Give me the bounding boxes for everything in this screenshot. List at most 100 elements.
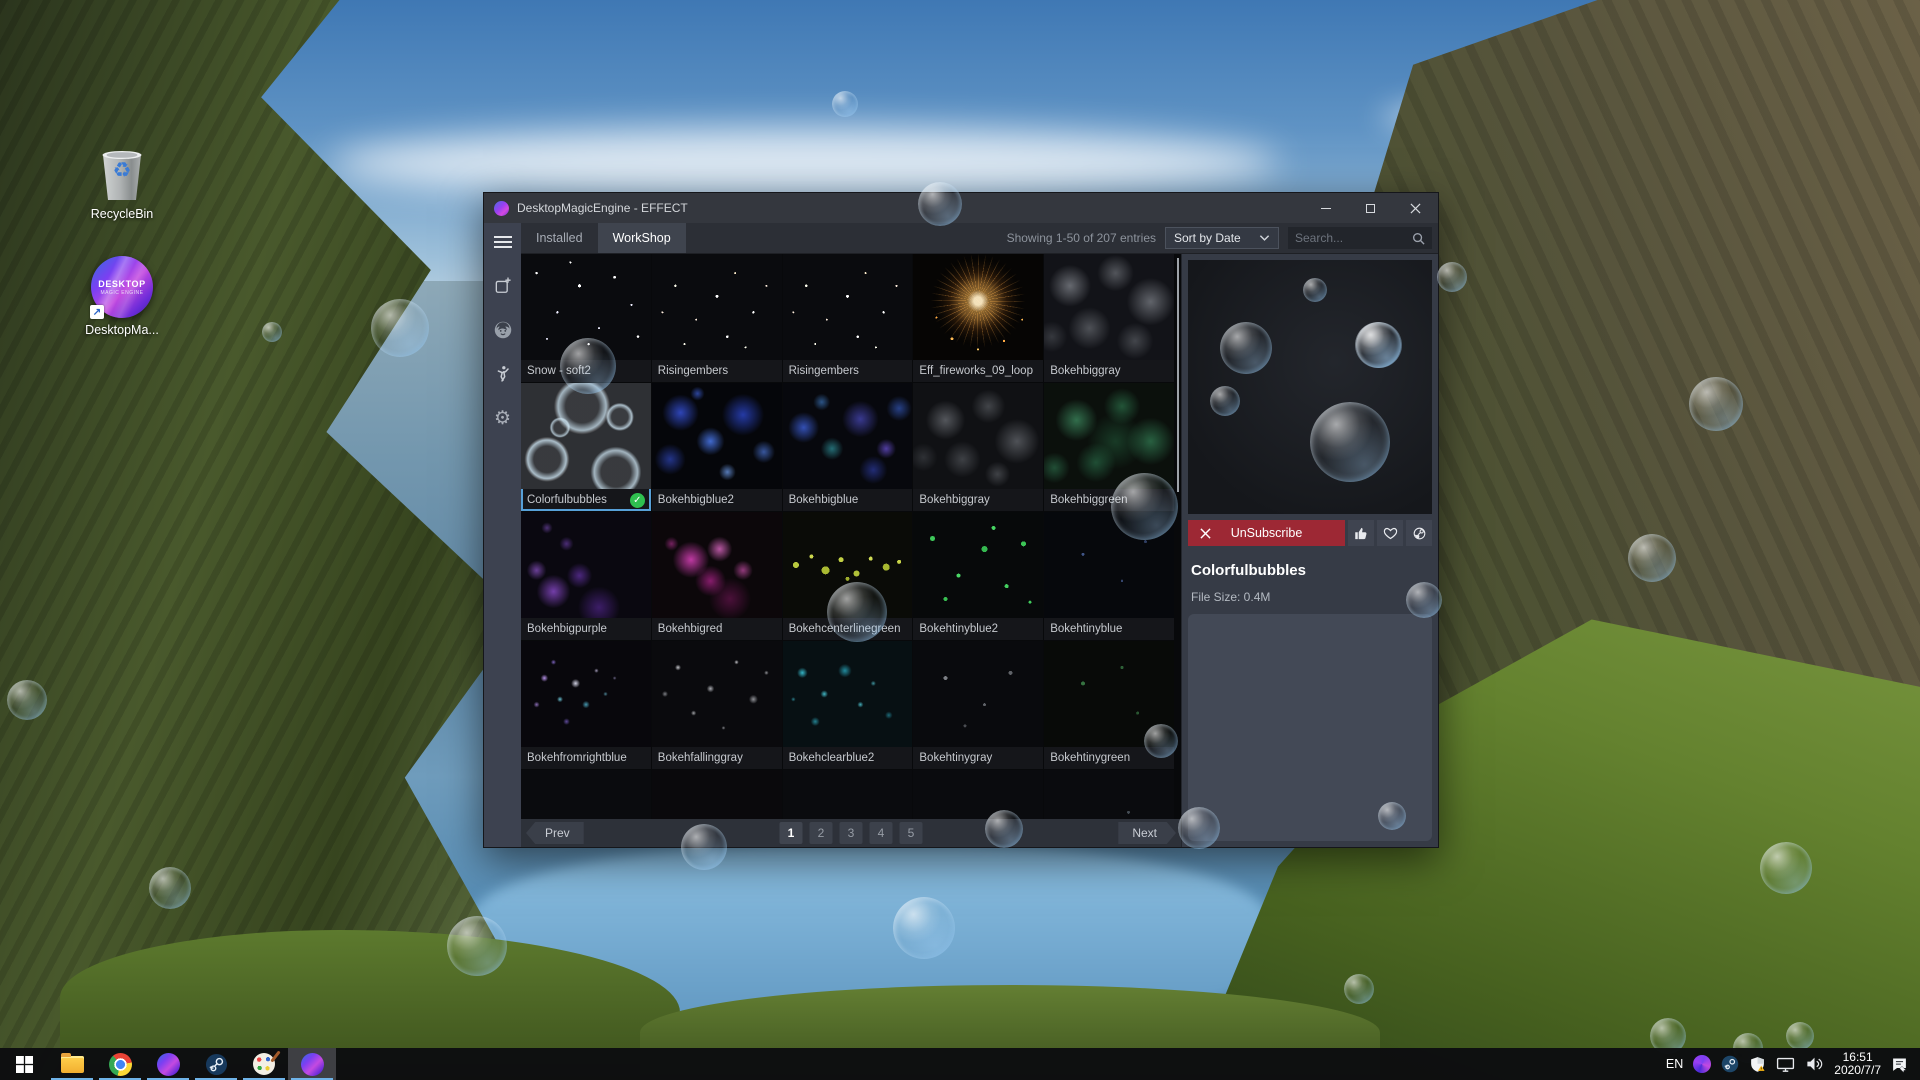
tab-installed[interactable]: Installed bbox=[521, 223, 598, 253]
effect-card[interactable]: Eff_fireworks_09_loop bbox=[913, 254, 1043, 382]
search-box[interactable] bbox=[1288, 227, 1432, 249]
taskbar-desktopmagicengine[interactable] bbox=[144, 1048, 192, 1080]
language-indicator[interactable]: EN bbox=[1666, 1057, 1683, 1071]
prev-page-button[interactable]: Prev bbox=[526, 822, 584, 844]
effect-card[interactable]: Bokehfallinggray bbox=[652, 641, 782, 769]
effect-thumbnail bbox=[521, 254, 651, 360]
page-button-1[interactable]: 1 bbox=[780, 822, 803, 844]
effect-name: Snow - soft2 bbox=[527, 365, 591, 377]
bubble bbox=[1210, 386, 1240, 416]
effect-name: Bokehtinyblue bbox=[1050, 623, 1122, 635]
page-button-5[interactable]: 5 bbox=[900, 822, 923, 844]
unsubscribe-label: UnSubscribe bbox=[1231, 526, 1303, 540]
add-effect-button[interactable] bbox=[490, 274, 516, 298]
effect-card[interactable]: Bokehbigred bbox=[652, 512, 782, 640]
dance-button[interactable] bbox=[490, 362, 516, 386]
effect-thumbnail bbox=[783, 641, 913, 747]
effect-name: Colorfulbubbles bbox=[527, 494, 607, 506]
effect-thumbnail bbox=[652, 383, 782, 489]
title-bar[interactable]: DesktopMagicEngine - EFFECT bbox=[484, 193, 1438, 223]
effect-card[interactable]: Bokehtinyblue2 bbox=[913, 512, 1043, 640]
effect-card[interactable]: Bokehbiggray bbox=[1044, 254, 1174, 382]
start-button[interactable] bbox=[0, 1048, 48, 1080]
effect-name: Bokehbiggray bbox=[919, 494, 989, 506]
effect-thumbnail bbox=[783, 383, 913, 489]
effect-card-partial[interactable] bbox=[913, 770, 1043, 819]
taskbar-desktopmagicengine-active[interactable] bbox=[288, 1048, 336, 1080]
effect-card[interactable]: Bokehcenterlinegreen bbox=[783, 512, 913, 640]
effect-thumbnail bbox=[913, 512, 1043, 618]
tray-defender-icon[interactable] bbox=[1749, 1056, 1766, 1073]
unsubscribe-button[interactable]: UnSubscribe bbox=[1188, 520, 1345, 546]
effect-card-partial[interactable] bbox=[652, 770, 782, 819]
effect-card[interactable]: Bokehbiggreen bbox=[1044, 383, 1174, 511]
effect-name: Bokehfallinggray bbox=[658, 752, 743, 764]
effect-card-partial[interactable] bbox=[1044, 770, 1174, 819]
avatar-icon bbox=[492, 319, 514, 341]
next-page-button[interactable]: Next bbox=[1118, 822, 1176, 844]
sort-dropdown[interactable]: Sort by Date bbox=[1165, 227, 1279, 249]
effect-name: Bokehclearblue2 bbox=[789, 752, 875, 764]
file-explorer-icon bbox=[61, 1056, 84, 1073]
effect-thumbnail bbox=[913, 641, 1043, 747]
action-center-button[interactable] bbox=[1891, 1056, 1908, 1073]
heart-icon bbox=[1383, 526, 1398, 541]
tray-steam-icon[interactable] bbox=[1721, 1055, 1739, 1073]
desktopmagicengine-icon bbox=[301, 1053, 324, 1076]
taskbar-clock[interactable]: 16:51 2020/7/7 bbox=[1834, 1051, 1881, 1078]
taskbar-file-explorer[interactable] bbox=[48, 1048, 96, 1080]
maximize-button[interactable] bbox=[1348, 193, 1393, 223]
effect-thumbnail bbox=[1044, 512, 1174, 618]
chrome-icon bbox=[109, 1053, 132, 1076]
close-button[interactable] bbox=[1393, 193, 1438, 223]
minimize-button[interactable] bbox=[1303, 193, 1348, 223]
avatar-button[interactable] bbox=[490, 318, 516, 342]
page-button-3[interactable]: 3 bbox=[840, 822, 863, 844]
tray-volume-icon[interactable] bbox=[1805, 1056, 1824, 1072]
effect-card[interactable]: Bokehfromrightblue bbox=[521, 641, 651, 769]
effect-name: Bokehbiggreen bbox=[1050, 494, 1127, 506]
effect-name: Bokehcenterlinegreen bbox=[789, 623, 901, 635]
taskbar-paint[interactable] bbox=[240, 1048, 288, 1080]
effect-card-partial[interactable] bbox=[521, 770, 651, 819]
effect-name: Bokehbigpurple bbox=[527, 623, 607, 635]
effect-card[interactable]: Bokehbiggray bbox=[913, 383, 1043, 511]
close-icon bbox=[1200, 528, 1211, 539]
effect-card[interactable]: Bokehbigblue2 bbox=[652, 383, 782, 511]
search-input[interactable] bbox=[1295, 231, 1408, 245]
recycle-bin-icon: ♻ bbox=[98, 144, 146, 202]
tab-workshop[interactable]: WorkShop bbox=[598, 223, 686, 253]
effect-description-panel bbox=[1188, 614, 1432, 841]
tray-display-icon[interactable] bbox=[1776, 1056, 1795, 1073]
settings-button[interactable]: ⚙ bbox=[490, 406, 516, 430]
taskbar-chrome[interactable] bbox=[96, 1048, 144, 1080]
effect-card-partial[interactable] bbox=[783, 770, 913, 819]
effect-card[interactable]: Risingembers bbox=[652, 254, 782, 382]
effect-card[interactable]: Risingembers bbox=[783, 254, 913, 382]
chevron-down-icon bbox=[1259, 234, 1270, 242]
workshop-page-button[interactable] bbox=[1406, 520, 1432, 546]
system-tray: EN 16:51 2020/7/7 bbox=[1666, 1048, 1920, 1080]
page-button-2[interactable]: 2 bbox=[810, 822, 833, 844]
effect-card[interactable]: Bokehtinyblue bbox=[1044, 512, 1174, 640]
grid-scrollbar[interactable] bbox=[1177, 258, 1179, 492]
effect-name: Bokehtinygray bbox=[919, 752, 992, 764]
effect-card[interactable]: Bokehtinygreen bbox=[1044, 641, 1174, 769]
effect-thumbnail bbox=[1044, 383, 1174, 489]
taskbar-steam[interactable] bbox=[192, 1048, 240, 1080]
effect-card[interactable]: Bokehbigpurple bbox=[521, 512, 651, 640]
page-button-4[interactable]: 4 bbox=[870, 822, 893, 844]
effect-card[interactable]: Bokehtinygray bbox=[913, 641, 1043, 769]
bubble bbox=[1356, 322, 1402, 368]
desktop-icon-recycle-bin[interactable]: ♻ RecycleBin bbox=[72, 144, 172, 221]
effect-card[interactable]: Bokehbigblue bbox=[783, 383, 913, 511]
effect-card[interactable]: Snow - soft2 bbox=[521, 254, 651, 382]
effect-card[interactable]: Bokehclearblue2 bbox=[783, 641, 913, 769]
desktop-icon-desktopmagicengine[interactable]: DESKTOP MAGIC ENGINE ↗ DesktopMa... bbox=[72, 256, 172, 337]
favorite-button[interactable] bbox=[1377, 520, 1403, 546]
effect-card-selected[interactable]: Colorfulbubbles✓ bbox=[521, 383, 651, 511]
tray-desktopmagicengine-icon[interactable] bbox=[1693, 1055, 1711, 1073]
menu-button[interactable] bbox=[490, 230, 516, 254]
effect-thumbnail bbox=[521, 641, 651, 747]
like-button[interactable] bbox=[1348, 520, 1374, 546]
